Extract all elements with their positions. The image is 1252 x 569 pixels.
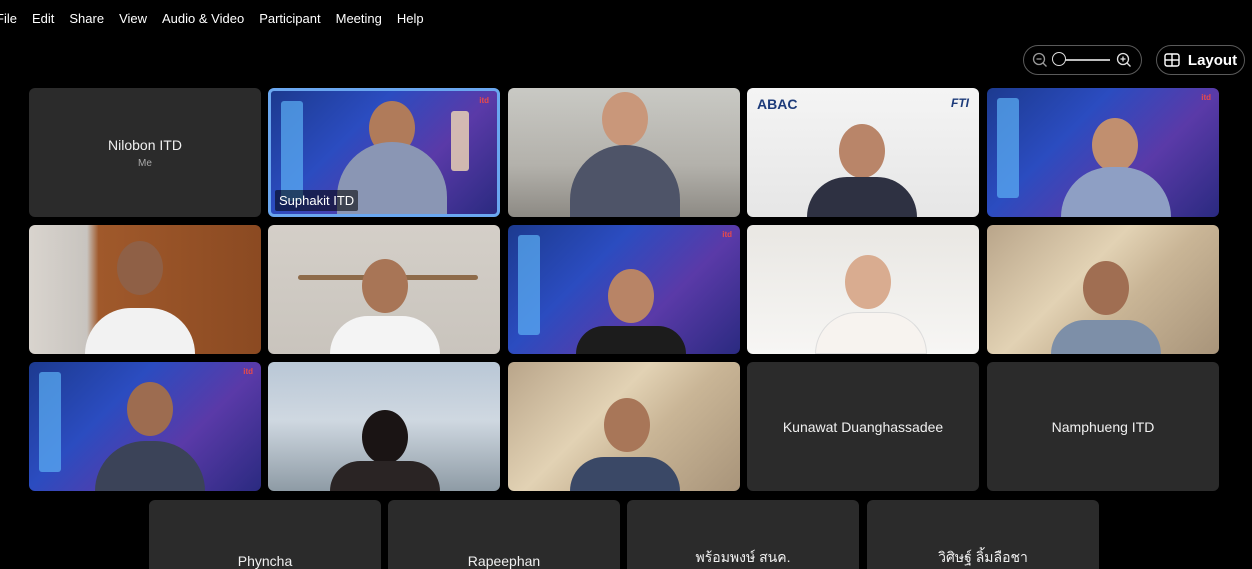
me-label: Me xyxy=(138,157,152,169)
zoom-in-icon[interactable] xyxy=(1116,52,1132,68)
itd-logo: itd xyxy=(479,96,489,105)
participant-tile-video[interactable] xyxy=(987,225,1219,354)
participant-video xyxy=(1083,261,1129,315)
participant-video xyxy=(362,259,408,313)
participant-name: Rapeephan xyxy=(467,553,541,569)
participant-tile-video[interactable] xyxy=(268,362,500,491)
participant-name: พร้อมพงษ์ สนค. xyxy=(695,549,791,565)
background-graphic xyxy=(281,101,303,201)
layout-grid-icon xyxy=(1164,53,1180,67)
participant-tile-video[interactable]: itd xyxy=(987,88,1219,217)
abac-logo: ABAC xyxy=(757,96,798,112)
participant-video xyxy=(570,457,680,491)
participant-tile-nilobon[interactable]: Nilobon ITD Me xyxy=(29,88,261,217)
menu-share[interactable]: Share xyxy=(69,11,104,26)
participant-video xyxy=(330,461,440,491)
zoom-control[interactable] xyxy=(1023,45,1142,75)
zoom-slider[interactable] xyxy=(1052,52,1110,66)
menu-edit[interactable]: Edit xyxy=(32,11,54,26)
zoom-out-icon[interactable] xyxy=(1032,52,1048,68)
layout-button[interactable]: Layout xyxy=(1156,45,1245,75)
participant-tile-phromphong[interactable]: พร้อมพงษ์ สนค. xyxy=(627,500,859,569)
participant-name: วิศิษฐ์ ลิ้มลือชา xyxy=(938,549,1028,565)
menu-bar: File Edit Share View Audio & Video Parti… xyxy=(0,0,439,36)
participant-name: Kunawat Duanghassadee xyxy=(782,418,944,435)
menu-meeting[interactable]: Meeting xyxy=(336,11,382,26)
itd-logo: itd xyxy=(1201,93,1211,102)
participant-tile-suphakit[interactable]: itd Suphakit ITD xyxy=(268,88,500,217)
participant-video xyxy=(815,312,927,354)
participant-tile-phyncha[interactable]: Phyncha xyxy=(149,500,381,569)
itd-logo: itd xyxy=(243,367,253,376)
menu-audio-video[interactable]: Audio & Video xyxy=(162,11,244,26)
participant-tile-video[interactable] xyxy=(508,88,740,217)
participant-name: Namphueng ITD xyxy=(1051,418,1155,435)
participant-video xyxy=(604,398,650,452)
participant-tile-video[interactable]: itd xyxy=(508,225,740,354)
background-graphic xyxy=(518,235,540,335)
participant-tile-namphueng[interactable]: Namphueng ITD xyxy=(987,362,1219,491)
participant-video xyxy=(807,177,917,217)
participant-video xyxy=(1061,167,1171,217)
background-graphic xyxy=(451,111,469,171)
participant-tile-video[interactable] xyxy=(508,362,740,491)
participant-tile-kunawat[interactable]: Kunawat Duanghassadee xyxy=(747,362,979,491)
participant-video xyxy=(602,92,648,146)
participant-tile-rapeephan[interactable]: Rapeephan xyxy=(388,500,620,569)
menu-file[interactable]: File xyxy=(0,11,17,26)
participant-video xyxy=(608,269,654,323)
participant-tile-wisit[interactable]: วิศิษฐ์ ลิ้มลือชา xyxy=(867,500,1099,569)
participant-video xyxy=(117,241,163,295)
participant-tile-video[interactable]: itd xyxy=(29,362,261,491)
participant-name: Phyncha xyxy=(237,553,293,569)
zoom-slider-handle[interactable] xyxy=(1052,52,1066,66)
background-graphic xyxy=(997,98,1019,198)
menu-participant[interactable]: Participant xyxy=(259,11,320,26)
participant-name: Nilobon ITD xyxy=(108,136,182,153)
fti-logo: FTI xyxy=(951,96,969,110)
layout-button-label: Layout xyxy=(1187,51,1238,69)
menu-help[interactable]: Help xyxy=(397,11,424,26)
participant-video xyxy=(1051,320,1161,354)
participant-tile-video[interactable] xyxy=(29,225,261,354)
participant-video xyxy=(576,326,686,354)
participant-name-tag: Suphakit ITD xyxy=(275,190,359,211)
participant-video xyxy=(845,255,891,309)
menu-view[interactable]: View xyxy=(119,11,147,26)
participant-video xyxy=(330,316,440,354)
participant-video xyxy=(839,124,885,178)
participant-tile-abac[interactable]: ABAC FTI xyxy=(747,88,979,217)
itd-logo: itd xyxy=(722,230,732,239)
participant-video xyxy=(362,410,408,464)
participant-video xyxy=(1092,118,1138,172)
participant-video xyxy=(127,382,173,436)
participant-video xyxy=(85,308,195,354)
participant-video xyxy=(95,441,205,491)
participant-tile-video[interactable] xyxy=(268,225,500,354)
participant-tile-video[interactable] xyxy=(747,225,979,354)
background-graphic xyxy=(39,372,61,472)
participant-video xyxy=(570,145,680,217)
